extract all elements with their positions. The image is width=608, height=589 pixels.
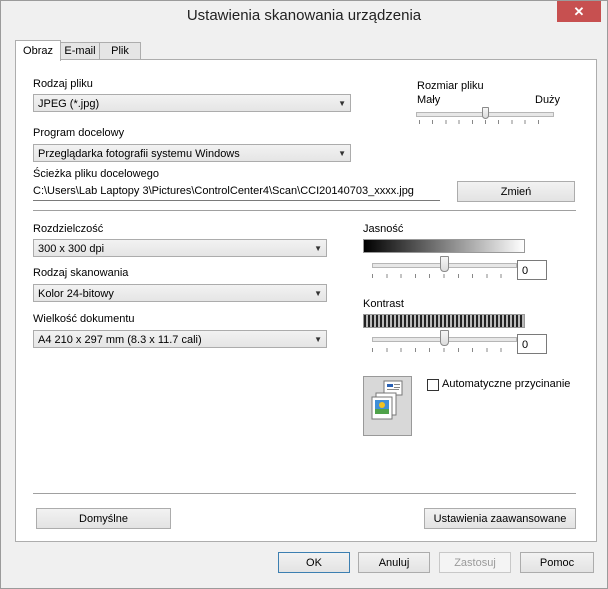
- file-type-label: Rodzaj pliku: [33, 78, 93, 90]
- file-type-select[interactable]: JPEG (*.jpg) ▼: [33, 94, 351, 112]
- brightness-label: Jasność: [363, 223, 404, 235]
- ok-button[interactable]: OK: [278, 552, 350, 573]
- divider: [33, 493, 576, 494]
- brightness-slider-ticks: [372, 274, 515, 278]
- tab-obraz[interactable]: Obraz: [15, 40, 61, 61]
- resolution-value: 300 x 300 dpi: [38, 243, 105, 255]
- target-app-label: Program docelowy: [33, 127, 125, 139]
- help-button[interactable]: Pomoc: [520, 552, 594, 573]
- auto-crop-checkbox[interactable]: [427, 379, 439, 391]
- window-title: Ustawienia skanowania urządzenia: [186, 7, 422, 24]
- file-path-label: Ścieżka pliku docelowego: [33, 168, 159, 180]
- tab-panel-obraz: Rodzaj pliku JPEG (*.jpg) ▼ Rozmiar plik…: [15, 59, 597, 542]
- file-size-slider-thumb[interactable]: [481, 107, 489, 119]
- chevron-down-icon: ▼: [314, 335, 322, 344]
- file-size-label: Rozmiar pliku: [417, 80, 484, 92]
- target-app-value: Przeglądarka fotografii systemu Windows: [38, 148, 240, 160]
- tab-plik[interactable]: Plik: [99, 42, 141, 60]
- target-app-select[interactable]: Przeglądarka fotografii systemu Windows …: [33, 144, 351, 162]
- chevron-down-icon: ▼: [314, 244, 322, 253]
- brightness-gradient-bar: [363, 239, 525, 253]
- close-icon: ✕: [573, 4, 585, 19]
- divider: [33, 210, 576, 211]
- brightness-slider-thumb[interactable]: [440, 256, 449, 272]
- file-path-field[interactable]: C:\Users\Lab Laptopy 3\Pictures\ControlC…: [33, 182, 440, 201]
- auto-crop-preview-icon: [363, 376, 412, 436]
- resolution-label: Rozdzielczość: [33, 223, 104, 235]
- resolution-select[interactable]: 300 x 300 dpi ▼: [33, 239, 327, 257]
- title-bar[interactable]: Ustawienia skanowania urządzenia ✕: [1, 1, 607, 31]
- close-button[interactable]: ✕: [557, 1, 601, 22]
- contrast-slider-ticks: [372, 348, 515, 352]
- apply-button[interactable]: Zastosuj: [439, 552, 511, 573]
- file-size-slider-ticks: [419, 120, 551, 124]
- brightness-value-field[interactable]: 0: [517, 260, 547, 280]
- chevron-down-icon: ▼: [314, 289, 322, 298]
- defaults-button[interactable]: Domyślne: [36, 508, 171, 529]
- scan-type-select[interactable]: Kolor 24-bitowy ▼: [33, 284, 327, 302]
- scan-type-value: Kolor 24-bitowy: [38, 288, 114, 300]
- scan-type-label: Rodzaj skanowania: [33, 267, 129, 279]
- change-path-button[interactable]: Zmień: [457, 181, 575, 202]
- contrast-slider-thumb[interactable]: [440, 330, 449, 346]
- advanced-settings-button[interactable]: Ustawienia zaawansowane: [424, 508, 576, 529]
- auto-crop-label[interactable]: Automatyczne przycinanie: [442, 378, 570, 390]
- file-size-max-label: Duży: [535, 94, 561, 106]
- contrast-pattern-bar: [363, 314, 525, 328]
- scan-settings-window: Ustawienia skanowania urządzenia ✕ Obraz…: [0, 0, 608, 589]
- doc-size-select[interactable]: A4 210 x 297 mm (8.3 x 11.7 cali) ▼: [33, 330, 327, 348]
- doc-size-value: A4 210 x 297 mm (8.3 x 11.7 cali): [38, 334, 202, 346]
- file-size-min-label: Mały: [417, 94, 441, 106]
- tab-email[interactable]: E-mail: [59, 42, 101, 60]
- contrast-value-field[interactable]: 0: [517, 334, 547, 354]
- doc-size-label: Wielkość dokumentu: [33, 313, 135, 325]
- cancel-button[interactable]: Anuluj: [358, 552, 430, 573]
- chevron-down-icon: ▼: [338, 99, 346, 108]
- chevron-down-icon: ▼: [338, 149, 346, 158]
- file-type-value: JPEG (*.jpg): [38, 98, 100, 110]
- contrast-label: Kontrast: [363, 298, 404, 310]
